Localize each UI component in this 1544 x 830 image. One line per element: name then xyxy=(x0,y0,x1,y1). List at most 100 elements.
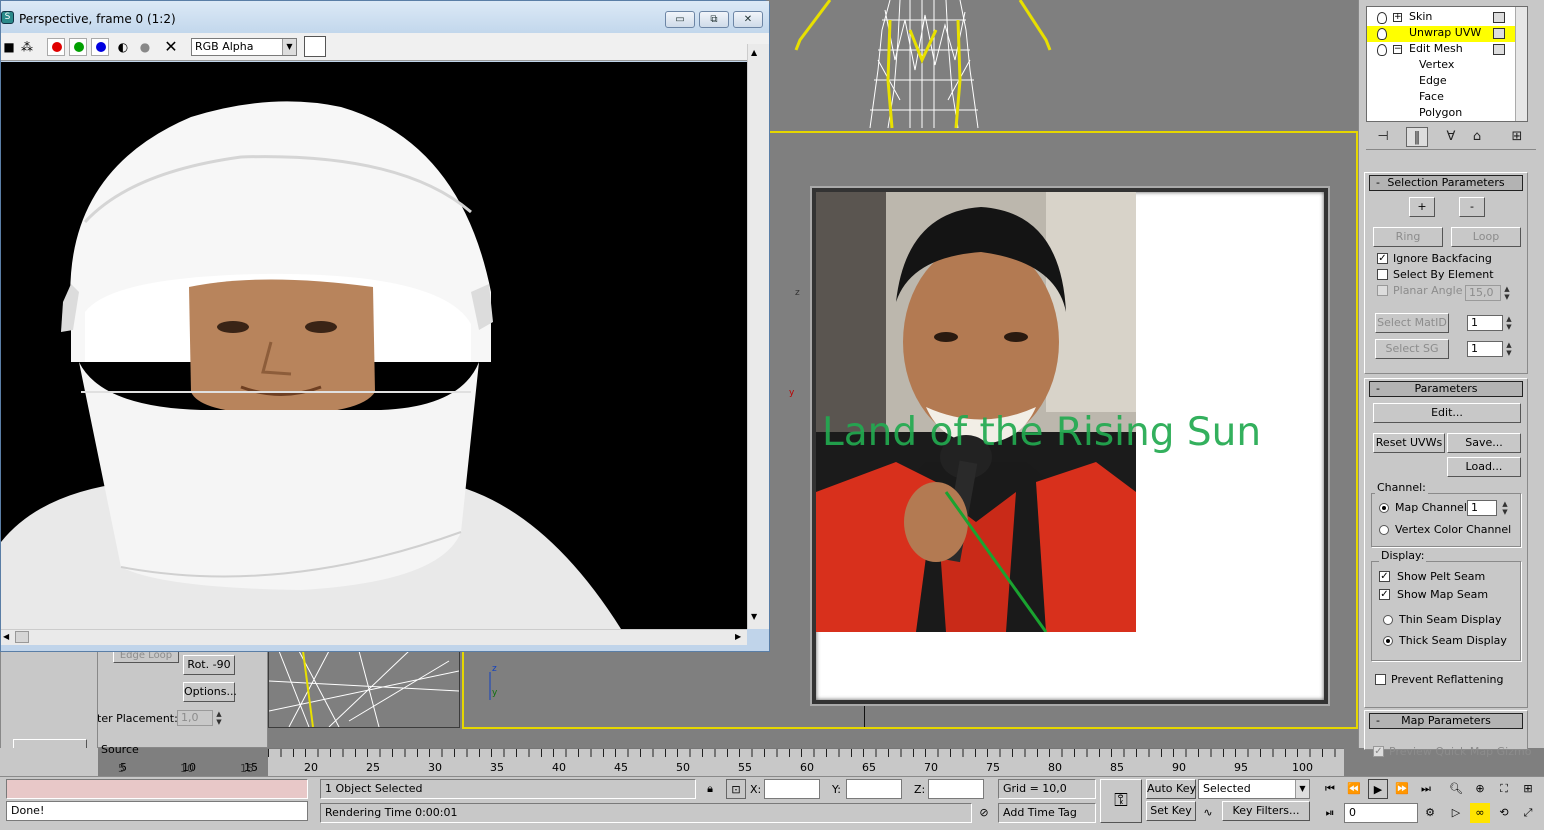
stack-subitem-polygon[interactable]: Polygon xyxy=(1367,106,1515,121)
bottom-left-viewport[interactable] xyxy=(268,650,460,728)
current-frame-field[interactable]: 0 xyxy=(1344,803,1418,823)
grow-selection-button[interactable]: + xyxy=(1409,197,1435,217)
zoom-extents-icon[interactable]: ⛶ xyxy=(1494,779,1514,799)
field-of-view-icon[interactable]: ▷ xyxy=(1446,803,1466,823)
select-by-element-checkbox[interactable] xyxy=(1377,269,1388,280)
spinner-arrows-icon[interactable]: ▲ ▼ xyxy=(1503,285,1511,301)
spinner-arrows-icon[interactable]: ▲ ▼ xyxy=(1501,500,1509,516)
stack-item-edit-mesh[interactable]: − Edit Mesh xyxy=(1367,42,1515,58)
map-channel-radio[interactable] xyxy=(1379,503,1389,513)
channel-dropdown[interactable]: RGB Alpha ▼ xyxy=(191,38,297,56)
vertex-color-channel-radio[interactable] xyxy=(1379,525,1389,535)
go-to-start-icon[interactable]: ⏮ xyxy=(1320,779,1340,799)
zoom-icon[interactable]: 🔍︎ xyxy=(1446,779,1466,799)
add-time-tag[interactable]: Add Time Tag xyxy=(998,803,1096,823)
modifier-config-icon[interactable] xyxy=(1493,44,1505,55)
loop-button[interactable]: Loop xyxy=(1451,227,1521,247)
make-unique-icon[interactable]: ∀ xyxy=(1440,127,1462,147)
prompt-field[interactable]: Done! xyxy=(6,801,308,821)
modifier-config-icon[interactable] xyxy=(1493,12,1505,23)
scroll-left-icon[interactable]: ◀ xyxy=(3,632,9,641)
stack-subitem-face[interactable]: Face xyxy=(1367,90,1515,106)
spinner-arrows-icon[interactable]: ▲ ▼ xyxy=(1505,315,1513,331)
z-coordinate-field[interactable] xyxy=(928,779,984,799)
time-tag-icon[interactable]: ⊘ xyxy=(974,803,994,823)
show-pelt-seam-checkbox[interactable]: ✓ xyxy=(1379,571,1390,582)
modifier-config-icon[interactable] xyxy=(1493,28,1505,39)
zoom-all-icon[interactable]: ⊕ xyxy=(1470,779,1490,799)
zoom-extents-all-icon[interactable]: ⊞ xyxy=(1518,779,1538,799)
pan-icon[interactable]: ∞ xyxy=(1470,803,1490,823)
monochrome-icon[interactable]: ● xyxy=(137,39,153,55)
clone-window-icon[interactable]: ⁂ xyxy=(19,39,35,55)
shrink-selection-button[interactable]: - xyxy=(1459,197,1485,217)
scroll-thumb[interactable] xyxy=(15,631,29,643)
scroll-up-icon[interactable]: ▲ xyxy=(751,48,757,57)
maximize-viewport-icon[interactable]: ⤢ xyxy=(1518,803,1538,823)
placement-field[interactable]: 1,0 xyxy=(177,710,213,726)
next-frame-icon[interactable]: ⏩ xyxy=(1392,779,1412,799)
remove-modifier-icon[interactable]: ⌂ xyxy=(1466,127,1488,147)
go-to-end-icon[interactable]: ⏭ xyxy=(1416,779,1436,799)
lightbulb-icon[interactable] xyxy=(1377,44,1387,56)
key-mode-dropdown[interactable]: Selected ▼ xyxy=(1198,779,1310,799)
thick-seam-radio[interactable] xyxy=(1383,636,1393,646)
lightbulb-icon[interactable] xyxy=(1377,28,1387,40)
clear-image-icon[interactable]: ✕ xyxy=(163,39,179,55)
set-key-mode-icon[interactable]: ⚿ xyxy=(1100,779,1142,823)
rollout-header[interactable]: - Map Parameters xyxy=(1369,713,1523,729)
vertical-scrollbar[interactable]: ▲ ▼ xyxy=(747,44,769,629)
load-button[interactable]: Load... xyxy=(1447,457,1521,477)
save-image-icon[interactable]: ■ xyxy=(1,39,17,55)
render-frame-window[interactable]: S Perspective, frame 0 (1:2) ▭ ⧉ ✕ ■ ⁂ ◐… xyxy=(0,0,770,652)
sg-field[interactable]: 1 xyxy=(1467,341,1503,357)
configure-sets-icon[interactable]: ⊞ xyxy=(1506,127,1528,147)
stack-item-unwrap-uvw[interactable]: Unwrap UVW xyxy=(1367,26,1515,42)
y-coordinate-field[interactable] xyxy=(846,779,902,799)
ignore-backfacing-checkbox[interactable]: ✓ xyxy=(1377,253,1388,264)
auto-key-button[interactable]: Auto Key xyxy=(1146,779,1196,799)
show-map-seam-checkbox[interactable]: ✓ xyxy=(1379,589,1390,600)
save-button[interactable]: Save... xyxy=(1447,433,1521,453)
spinner-arrows-icon[interactable]: ▲ ▼ xyxy=(215,710,223,726)
restore-button[interactable]: ⧉ xyxy=(699,11,729,28)
spinner-arrows-icon[interactable]: ▲ ▼ xyxy=(1505,341,1513,357)
preview-gizmo-checkbox[interactable]: ✓ xyxy=(1373,746,1384,757)
maxscript-listener-line[interactable] xyxy=(6,779,308,799)
time-configuration-icon[interactable]: ⚙ xyxy=(1420,803,1440,823)
matid-field[interactable]: 1 xyxy=(1467,315,1503,331)
modifier-stack[interactable]: + Skin Unwrap UVW − Edit Mesh Vertex Edg… xyxy=(1366,6,1528,122)
stack-item-skin[interactable]: + Skin xyxy=(1367,10,1515,26)
edit-button[interactable]: Edit... xyxy=(1373,403,1521,423)
rollout-header[interactable]: - Parameters xyxy=(1369,381,1523,397)
ring-button[interactable]: Ring xyxy=(1373,227,1443,247)
planar-angle-checkbox[interactable] xyxy=(1377,285,1388,296)
stack-subitem-edge[interactable]: Edge xyxy=(1367,74,1515,90)
map-channel-field[interactable]: 1 xyxy=(1467,500,1497,516)
scroll-down-icon[interactable]: ▼ xyxy=(751,612,757,621)
key-mode-toggle-icon[interactable]: ⏯ xyxy=(1320,803,1340,823)
select-sg-button[interactable]: Select SG xyxy=(1375,339,1449,359)
rollout-header[interactable]: - Selection Parameters xyxy=(1369,175,1523,191)
options-button[interactable]: Options... xyxy=(183,682,237,702)
collapse-icon[interactable]: − xyxy=(1393,45,1402,54)
play-icon[interactable]: ▶ xyxy=(1368,779,1388,799)
lock-icon[interactable]: 🔒︎ xyxy=(700,779,720,799)
x-coordinate-field[interactable] xyxy=(764,779,820,799)
previous-frame-icon[interactable]: ⏪ xyxy=(1344,779,1364,799)
prevent-reflattening-checkbox[interactable] xyxy=(1375,674,1386,685)
scroll-right-icon[interactable]: ▶ xyxy=(735,632,741,641)
absolute-mode-icon[interactable]: ⊡ xyxy=(726,779,746,799)
top-viewport[interactable] xyxy=(770,0,1356,130)
alpha-channel-icon[interactable]: ◐ xyxy=(115,39,131,55)
select-matid-button[interactable]: Select MatID xyxy=(1375,313,1449,333)
rotate-minus-90-button[interactable]: Rot. -90 xyxy=(183,655,235,675)
expand-icon[interactable]: + xyxy=(1393,13,1402,22)
pin-stack-icon[interactable]: ⊣ xyxy=(1372,127,1394,147)
key-curve-icon[interactable]: ∿ xyxy=(1198,803,1218,823)
timeline-ruler[interactable]: 5 10 15 20 25 30 35 40 45 50 55 60 65 70… xyxy=(120,748,1344,776)
key-filters-button[interactable]: Key Filters... xyxy=(1222,801,1310,821)
reset-uvws-button[interactable]: Reset UVWs xyxy=(1373,433,1445,453)
orbit-icon[interactable]: ⟲ xyxy=(1494,803,1514,823)
thin-seam-radio[interactable] xyxy=(1383,615,1393,625)
